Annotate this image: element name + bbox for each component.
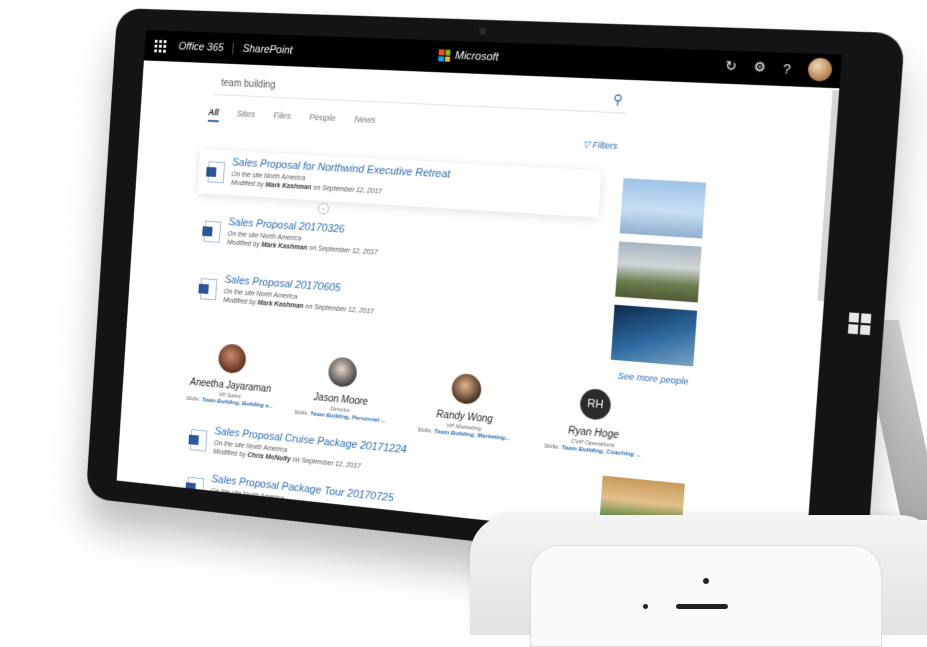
phone-sensor [643, 604, 648, 609]
result-modified: Modified by Mark Kashman on September 12… [222, 297, 374, 316]
result-item[interactable]: Sales Proposal for Northwind Executive R… [197, 149, 602, 218]
thumbnail-night-sky[interactable] [610, 304, 698, 367]
filters-label: Filters [592, 139, 618, 152]
thumbnail-airplane[interactable] [619, 178, 707, 239]
avatar [327, 356, 358, 389]
phone-speaker [676, 604, 728, 609]
sharepoint-link[interactable]: SharePoint [233, 43, 293, 57]
person-card[interactable]: RH Ryan Hoge CVP Operations Skills: Team… [532, 384, 658, 460]
result-item[interactable]: Sales Proposal 20170605 On the site Nort… [190, 266, 593, 342]
search-box[interactable]: team building ⚲ [213, 72, 628, 114]
tablet-device: Office 365 SharePoint Microsoft ↻ ⚙ ? te… [85, 8, 905, 585]
word-doc-icon [207, 161, 226, 184]
chevron-down-icon[interactable]: ⌄ [317, 202, 330, 215]
scrollbar[interactable] [817, 90, 840, 302]
microsoft-brand: Microsoft [438, 49, 500, 64]
microsoft-label: Microsoft [454, 49, 500, 64]
filter-icon: ▽ [582, 139, 591, 150]
gear-icon[interactable]: ⚙ [753, 59, 767, 76]
help-icon[interactable]: ? [783, 60, 792, 76]
phone-device [470, 515, 927, 647]
microsoft-logo-icon [438, 49, 451, 62]
tab-people[interactable]: People [309, 112, 336, 128]
word-doc-icon [203, 220, 222, 243]
person-card[interactable]: Randy Wong VP Marketing Skills: Team Bui… [405, 369, 526, 443]
avatar [450, 372, 483, 406]
tab-sites[interactable]: Sites [236, 109, 256, 124]
app-launcher-icon[interactable] [144, 30, 176, 62]
office365-link[interactable]: Office 365 [174, 40, 234, 55]
tab-all[interactable]: All [207, 107, 220, 123]
search-icon[interactable]: ⚲ [612, 92, 624, 109]
notifications-icon[interactable]: ↻ [725, 58, 738, 75]
tab-news[interactable]: News [354, 114, 376, 130]
result-modified: Modified by Mark Kashman on September 12… [230, 179, 383, 196]
person-card[interactable]: Jason Moore Director Skills: Team Buildi… [284, 353, 401, 426]
suite-actions: ↻ ⚙ ? [724, 55, 833, 82]
see-more-people-link[interactable]: See more people [617, 371, 688, 387]
search-input[interactable]: team building [221, 78, 276, 91]
word-doc-icon [199, 278, 218, 301]
thumbnail-landscape[interactable] [615, 241, 702, 303]
result-modified: Modified by Chris McNulty on September 1… [213, 448, 361, 471]
result-modified: Modified by Mark Kashman on September 12… [226, 239, 378, 257]
phone-screen [530, 545, 882, 647]
vertical-tabs: All Sites Files People News [207, 107, 376, 130]
avatar [217, 343, 247, 375]
person-card[interactable]: Aneetha Jayaraman VP Sales Skills: Team … [175, 340, 288, 411]
user-avatar[interactable] [807, 57, 833, 82]
word-doc-icon [186, 476, 205, 500]
avatar-initials: RH [579, 387, 612, 422]
word-doc-icon [189, 429, 208, 452]
phone-camera-icon [703, 578, 709, 584]
camera-dot [478, 27, 487, 35]
windows-logo-icon [847, 312, 872, 336]
filters-button[interactable]: ▽ Filters [583, 139, 618, 152]
sharepoint-screen: Office 365 SharePoint Microsoft ↻ ⚙ ? te… [116, 29, 842, 555]
tab-files[interactable]: Files [273, 110, 291, 125]
